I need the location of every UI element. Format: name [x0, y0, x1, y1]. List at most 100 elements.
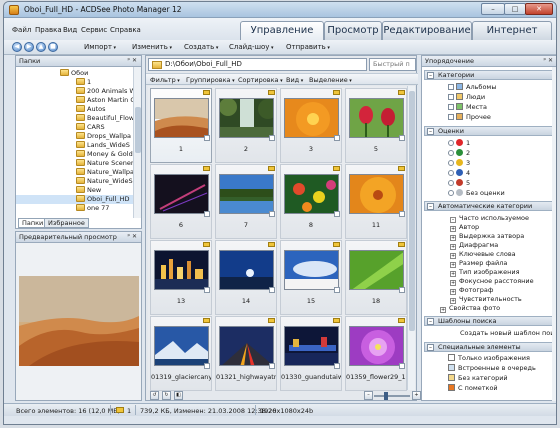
tab-view[interactable]: Просмотр: [324, 21, 382, 40]
scrollbar-thumb[interactable]: [409, 91, 415, 331]
tab-manage[interactable]: Управление: [240, 21, 324, 41]
select-checkbox[interactable]: [269, 211, 275, 217]
select-checkbox[interactable]: [334, 287, 340, 293]
tree-item[interactable]: Beautiful_Flow: [76, 114, 134, 123]
category-other[interactable]: Прочее: [448, 113, 491, 122]
tree-item[interactable]: Обои: [60, 69, 88, 78]
organize-scrollbar[interactable]: [552, 67, 556, 401]
collapse-icon[interactable]: –: [427, 128, 434, 135]
minimize-button[interactable]: –: [481, 3, 505, 15]
select-checkbox[interactable]: [399, 287, 405, 293]
tree-item[interactable]: Drops_Wallpa: [76, 132, 131, 141]
radio[interactable]: [448, 150, 454, 156]
view-menu[interactable]: Вид: [286, 76, 303, 84]
menu-file[interactable]: Файл: [12, 26, 31, 34]
thumbnail-item[interactable]: 2: [215, 88, 277, 163]
zoom-slider[interactable]: [374, 392, 410, 400]
tree-item[interactable]: Money & Gold: [76, 150, 133, 159]
filter-menu[interactable]: Фильтр: [150, 76, 180, 84]
select-checkbox[interactable]: [399, 211, 405, 217]
tree-item[interactable]: Nature_WideS: [76, 177, 133, 186]
rating-4[interactable]: 4: [448, 169, 470, 178]
sort-menu[interactable]: Сортировка: [238, 76, 283, 84]
thumbnail-item[interactable]: 15: [280, 240, 342, 315]
create-search-template-link[interactable]: Создать новый шаблон поиска: [460, 329, 556, 338]
auto-item[interactable]: + Выдержка затвора: [450, 232, 524, 241]
rating-5[interactable]: 5: [448, 179, 470, 188]
select-checkbox[interactable]: [399, 363, 405, 369]
radio[interactable]: [448, 140, 454, 146]
tree-item[interactable]: 200 Animals W: [76, 87, 135, 96]
checkbox[interactable]: [448, 104, 454, 110]
checkbox[interactable]: [448, 114, 454, 120]
rotate-left-icon[interactable]: ↺: [150, 391, 159, 400]
zoom-out-icon[interactable]: –: [364, 391, 373, 400]
thumbnail-item[interactable]: 8: [280, 164, 342, 239]
auto-categories-section[interactable]: – Автоматические категории: [424, 201, 553, 211]
special-item[interactable]: Только изображения: [448, 354, 530, 363]
forward-icon[interactable]: ▶: [24, 42, 34, 52]
menu-tools[interactable]: Сервис: [81, 26, 107, 34]
radio[interactable]: [448, 190, 454, 196]
auto-item[interactable]: + Диафрагма: [450, 241, 498, 250]
special-item[interactable]: С пометкой: [448, 384, 498, 393]
group-menu[interactable]: Группировка: [186, 76, 235, 84]
tab-online[interactable]: Интернет: [472, 21, 552, 40]
auto-item[interactable]: + Тип изображения: [450, 268, 520, 277]
select-checkbox[interactable]: [269, 287, 275, 293]
collapse-icon[interactable]: –: [427, 318, 434, 325]
tree-item[interactable]: Lands_WideS: [76, 141, 130, 150]
scrollbar-thumb[interactable]: [135, 107, 141, 153]
thumbnail-item[interactable]: 01319_glaciercanyo...: [150, 316, 212, 391]
path-field[interactable]: D:\Обои\Oboi_Full_HD: [148, 58, 367, 71]
pin-icon[interactable]: ᵖ ✕: [127, 232, 137, 242]
thumbnail-item[interactable]: 5: [345, 88, 407, 163]
tab-folders[interactable]: Папки: [18, 218, 48, 228]
folders-scrollbar[interactable]: [133, 67, 141, 218]
collapse-icon[interactable]: –: [427, 344, 434, 351]
slideshow-menu[interactable]: Слайд-шоу: [229, 43, 274, 51]
menu-edit[interactable]: Правка: [35, 26, 62, 34]
checkbox[interactable]: [448, 84, 454, 90]
rating-2[interactable]: 2: [448, 149, 470, 158]
tree-item[interactable]: Aston Martin G: [76, 96, 135, 105]
thumbnail-item[interactable]: 01330_guandutaiwa...: [280, 316, 342, 391]
thumbnail-item[interactable]: 11: [345, 164, 407, 239]
rating-1[interactable]: 1: [448, 139, 470, 148]
tree-item[interactable]: Nature_Wallpa: [76, 168, 134, 177]
rating-3[interactable]: 3: [448, 159, 470, 168]
categories-section[interactable]: – Категории: [424, 70, 553, 80]
tab-edit[interactable]: Редактирование: [382, 21, 472, 40]
category-places[interactable]: Места: [448, 103, 487, 112]
back-icon[interactable]: ◀: [12, 42, 22, 52]
collapse-icon[interactable]: –: [427, 203, 434, 210]
select-checkbox[interactable]: [204, 287, 210, 293]
thumbnail-item[interactable]: 01359_flower29_1...: [345, 316, 407, 391]
rotate-right-icon[interactable]: ↻: [162, 391, 171, 400]
special-item[interactable]: Без категорий: [448, 374, 508, 383]
select-checkbox[interactable]: [204, 211, 210, 217]
thumbnail-item[interactable]: 14: [215, 240, 277, 315]
select-checkbox[interactable]: [269, 363, 275, 369]
thumbnail-item[interactable]: 13: [150, 240, 212, 315]
tree-item[interactable]: CARS: [76, 123, 105, 132]
select-checkbox[interactable]: [334, 363, 340, 369]
import-menu[interactable]: Импорт: [84, 43, 116, 51]
menu-help[interactable]: Справка: [110, 26, 141, 34]
close-button[interactable]: ✕: [525, 3, 553, 15]
ratings-section[interactable]: – Оценки: [424, 126, 553, 136]
checkbox[interactable]: [448, 94, 454, 100]
select-checkbox[interactable]: [334, 211, 340, 217]
folder-nav-icon[interactable]: ■: [48, 42, 58, 52]
radio[interactable]: [448, 170, 454, 176]
create-menu[interactable]: Создать: [184, 43, 218, 51]
zoom-slider-knob[interactable]: [384, 392, 388, 400]
tree-item[interactable]: one 77: [76, 204, 109, 213]
auto-item[interactable]: + Фотограф: [450, 286, 493, 295]
auto-item[interactable]: + Автор: [450, 223, 479, 232]
thumbnail-item[interactable]: 01321_highwayatni...: [215, 316, 277, 391]
auto-item[interactable]: + Свойства фото: [440, 304, 500, 313]
tree-item[interactable]: New: [76, 186, 101, 195]
auto-item[interactable]: – Часто используемое: [450, 214, 529, 223]
collapse-icon[interactable]: –: [427, 72, 434, 79]
